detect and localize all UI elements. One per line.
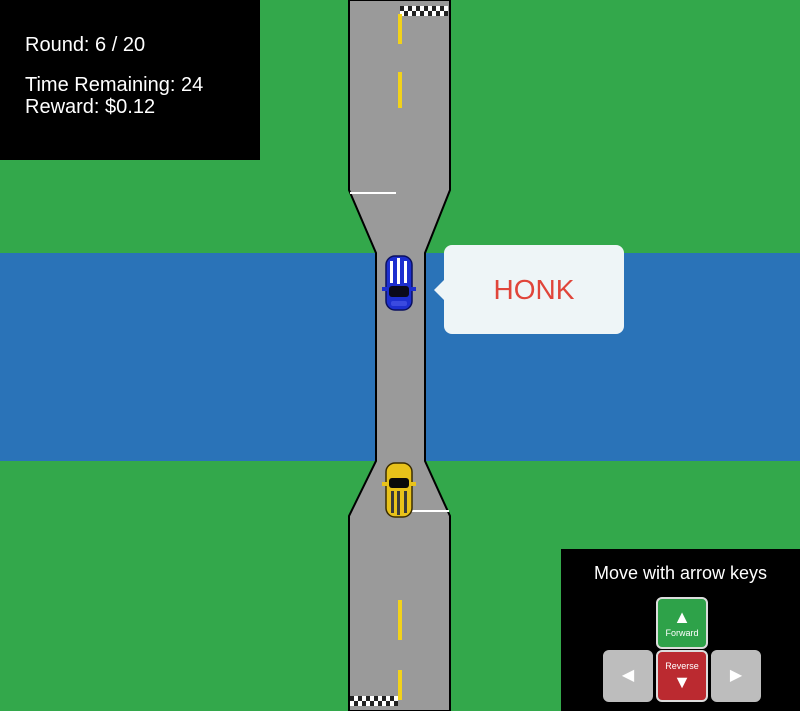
yellow-car xyxy=(382,462,416,518)
honk-speech-bubble: HONK xyxy=(444,245,624,334)
round-counter: Round: 6 / 20 xyxy=(25,34,146,56)
honk-text: HONK xyxy=(493,273,575,305)
arrow-down-icon: ▼ xyxy=(673,672,691,692)
reverse-label: Reverse xyxy=(665,661,699,671)
arrow-right-icon: ▶ xyxy=(729,667,743,684)
right-button[interactable]: ▶ xyxy=(711,650,761,702)
controls-instructions: Move with arrow keys xyxy=(593,563,768,583)
finish-line-bottom xyxy=(350,696,398,706)
time-remaining: Time Remaining: 24 xyxy=(25,74,204,96)
hud-panel: Round: 6 / 20 Time Remaining: 24 Reward:… xyxy=(0,0,260,160)
left-button[interactable]: ◀ xyxy=(603,650,653,702)
reward-display: Reward: $0.12 xyxy=(25,96,156,118)
blue-car xyxy=(382,255,416,311)
forward-button[interactable]: ▲ Forward xyxy=(656,597,708,649)
forward-label: Forward xyxy=(665,628,699,638)
finish-line-top xyxy=(400,6,448,16)
arrow-up-icon: ▲ xyxy=(673,607,691,627)
reverse-button[interactable]: Reverse ▼ xyxy=(656,650,708,702)
controls-panel: Move with arrow keys ▲ Forward ◀ Reverse… xyxy=(561,549,800,711)
arrow-left-icon: ◀ xyxy=(621,667,635,684)
